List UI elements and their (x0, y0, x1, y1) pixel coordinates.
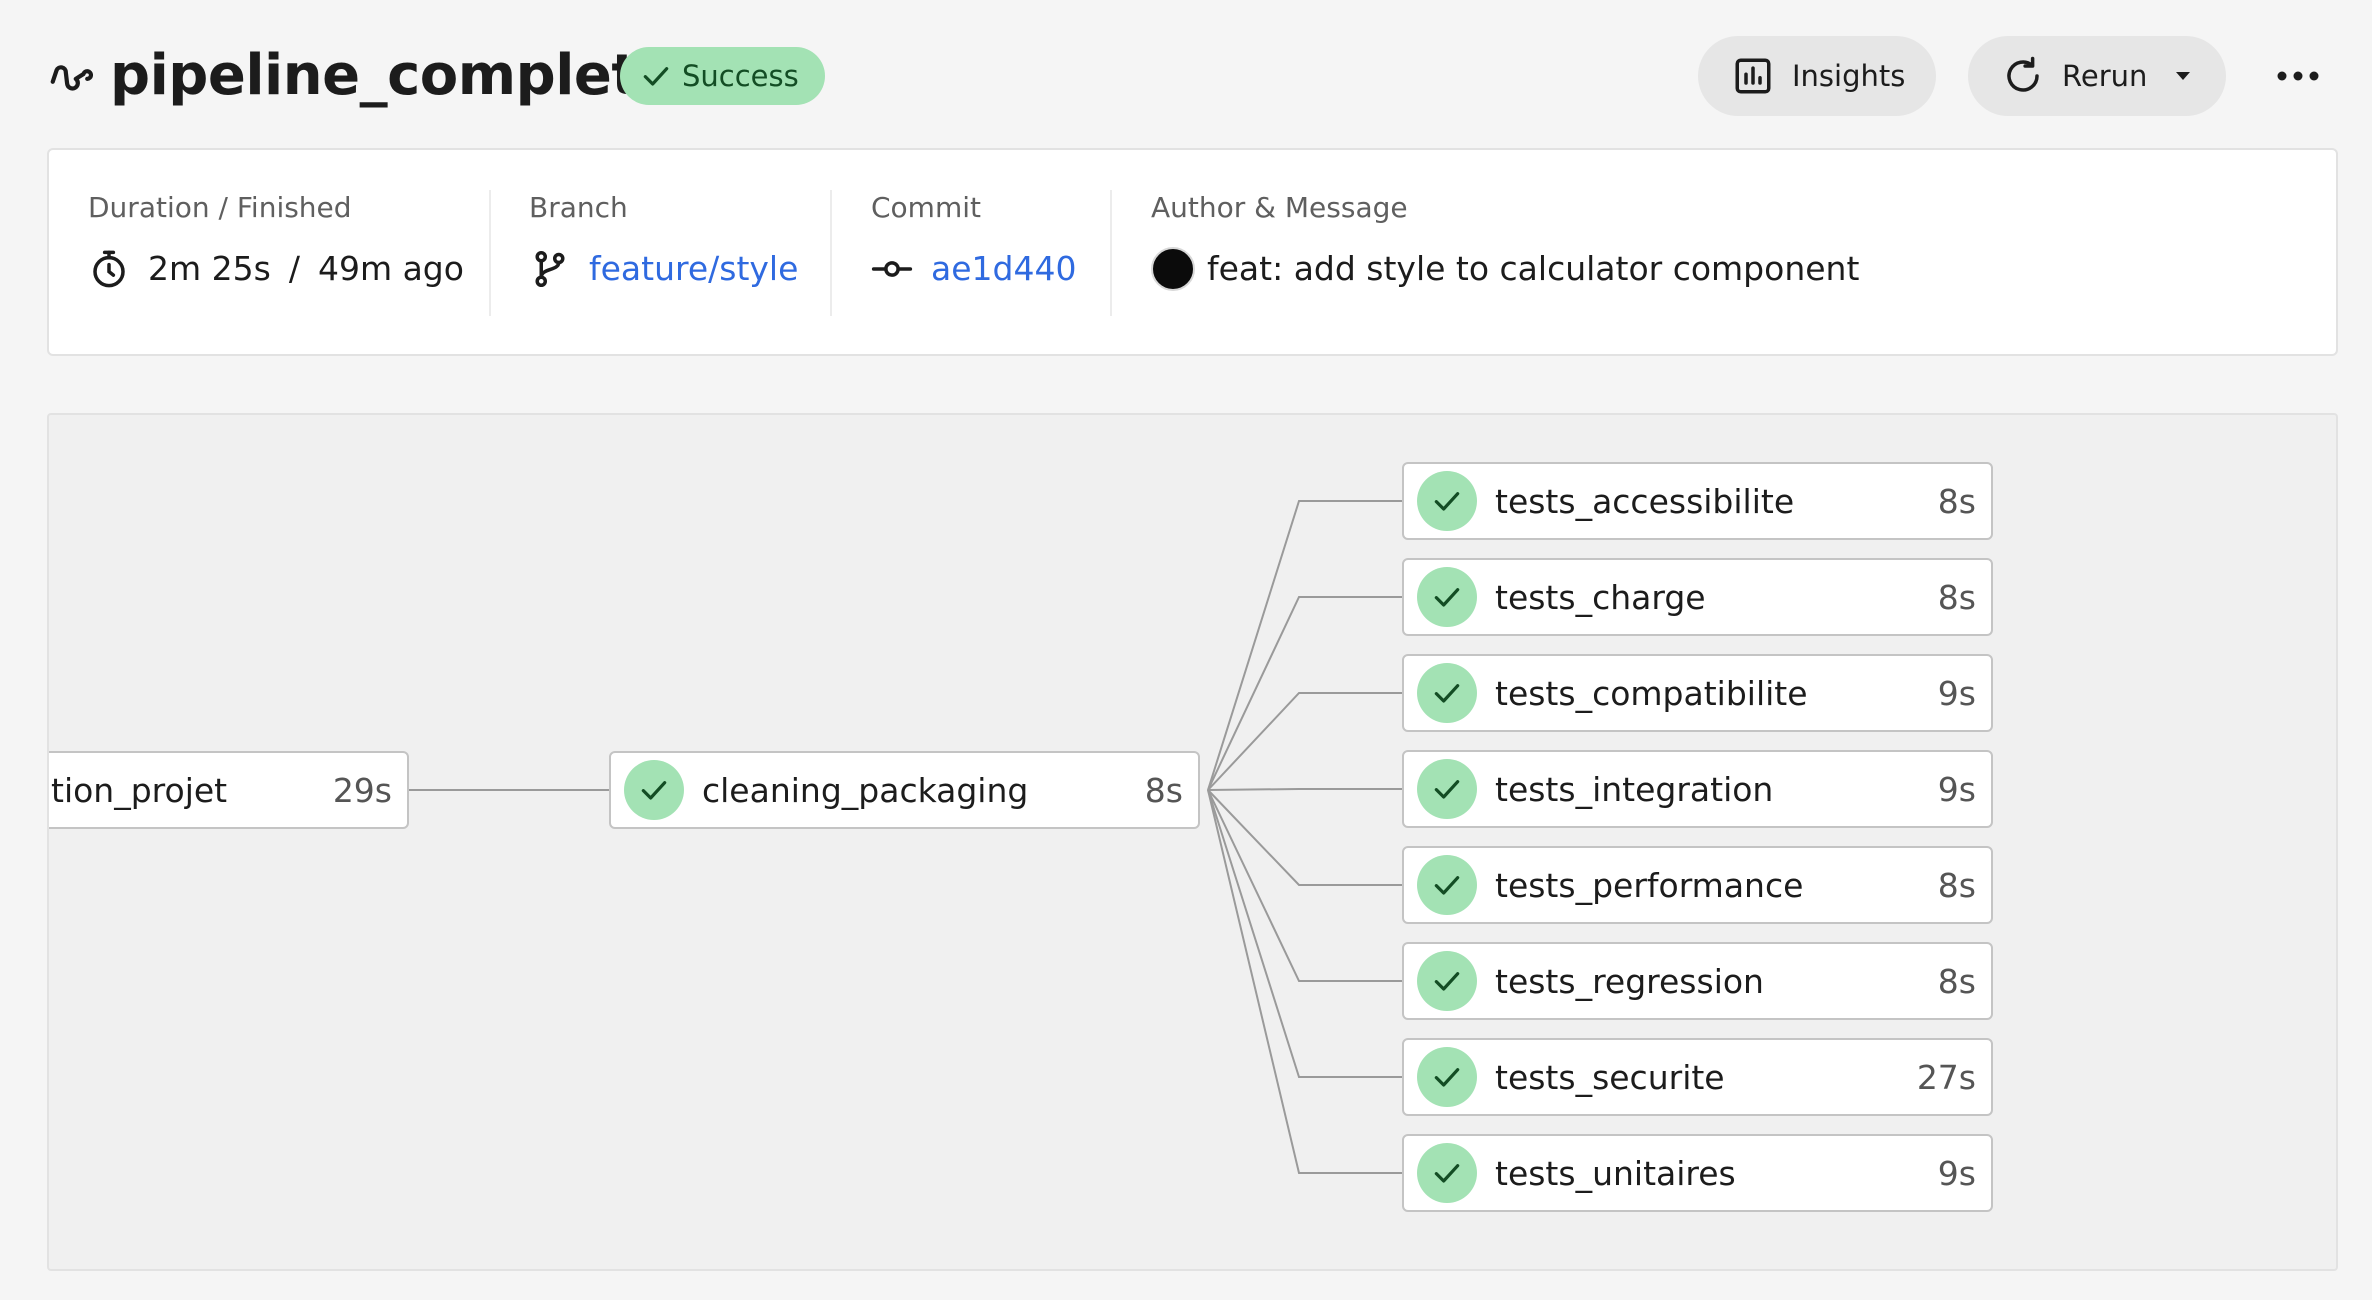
job-name: tests_unitaires (1495, 1153, 1736, 1193)
job-first[interactable]: tion_projet 29s (49, 751, 409, 829)
check-icon (1417, 1143, 1477, 1203)
git-commit-icon (871, 261, 913, 277)
commit-message: feat: add style to calculator component (1207, 249, 1860, 288)
job-tests-unitaires[interactable]: tests_unitaires 9s (1402, 1134, 1993, 1212)
job-name: tests_charge (1495, 577, 1706, 617)
duration-separator: / (288, 249, 300, 288)
job-name: tests_regression (1495, 961, 1764, 1001)
job-name: cleaning_packaging (702, 770, 1029, 810)
pipeline-graph[interactable]: tion_projet 29s cleaning_packaging 8s te… (47, 413, 2338, 1271)
job-duration: 8s (1937, 481, 1976, 521)
check-icon (1417, 855, 1477, 915)
divider (830, 190, 832, 316)
job-tests-accessibilite[interactable]: tests_accessibilite 8s (1402, 462, 1993, 540)
insights-button[interactable]: Insights (1698, 36, 1936, 116)
job-name: tests_performance (1495, 865, 1804, 905)
insights-label: Insights (1792, 59, 1906, 93)
job-tests-regression[interactable]: tests_regression 8s (1402, 942, 1993, 1020)
job-name: tests_securite (1495, 1057, 1725, 1097)
check-icon (1417, 1047, 1477, 1107)
job-tests-charge[interactable]: tests_charge 8s (1402, 558, 1993, 636)
duration-label: Duration / Finished (88, 191, 352, 224)
connector-line (1207, 500, 1402, 791)
job-duration: 8s (1937, 577, 1976, 617)
job-tests-performance[interactable]: tests_performance 8s (1402, 846, 1993, 924)
duration-section: Duration / Finished 2m 25s / 49m ago (88, 188, 464, 292)
refresh-icon (2007, 56, 2039, 92)
connector-line (1207, 789, 1402, 886)
finished-value: 49m ago (317, 249, 464, 288)
job-connections (409, 500, 1402, 1174)
stopwatch-icon (93, 250, 125, 288)
check-icon (1417, 663, 1477, 723)
check-icon (1417, 567, 1477, 627)
job-name: tests_compatibilite (1495, 673, 1808, 713)
pipeline-info-card: Duration / Finished 2m 25s / 49m ago Bra… (47, 148, 2338, 356)
job-duration: 8s (1144, 770, 1183, 810)
author-section: Author & Message feat: add style to calc… (1151, 188, 1859, 292)
job-tests-securite[interactable]: tests_securite 27s (1402, 1038, 1993, 1116)
author-label: Author & Message (1151, 191, 1408, 224)
status-label: Success (682, 59, 799, 93)
workflow-icon (50, 65, 93, 91)
commit-section: Commit ae1d440 (871, 188, 1076, 292)
commit-label: Commit (871, 191, 981, 224)
connector-line (1207, 692, 1402, 791)
job-tests-compatibilite[interactable]: tests_compatibilite 9s (1402, 654, 1993, 732)
check-icon (624, 760, 684, 820)
divider (489, 190, 491, 316)
job-tests-integration[interactable]: tests_integration 9s (1402, 750, 1993, 828)
divider (1110, 190, 1112, 316)
check-icon (643, 67, 669, 86)
connector-line (1207, 789, 1402, 1078)
job-name: tests_accessibilite (1495, 481, 1795, 521)
status-badge: Success (620, 47, 825, 105)
branch-label: Branch (529, 191, 628, 224)
job-duration: 29s (332, 770, 392, 810)
avatar[interactable] (1151, 247, 1195, 291)
job-duration: 27s (1916, 1057, 1976, 1097)
connector-line (1207, 788, 1402, 791)
branch-section: Branch feature/style (529, 188, 798, 292)
more-horizontal-icon[interactable] (2270, 58, 2326, 94)
rerun-label: Rerun (2062, 59, 2148, 93)
job-name: tests_integration (1495, 769, 1774, 809)
page-header: pipeline_complete Success Insights Rerun (0, 0, 2372, 150)
duration-value: 2m 25s (148, 249, 271, 288)
page-title: pipeline_complete (110, 43, 676, 108)
branch-link[interactable]: feature/style (589, 246, 798, 292)
job-duration: 8s (1937, 961, 1976, 1001)
job-name: tion_projet (51, 770, 228, 810)
job-duration: 9s (1937, 1153, 1976, 1193)
git-branch-icon (535, 250, 565, 288)
commit-link[interactable]: ae1d440 (931, 246, 1076, 292)
check-icon (1417, 471, 1477, 531)
check-icon (1417, 951, 1477, 1011)
rerun-button[interactable]: Rerun (1968, 36, 2226, 116)
check-icon (1417, 759, 1477, 819)
job-duration: 9s (1937, 673, 1976, 713)
caret-down-icon[interactable] (2173, 66, 2193, 86)
job-duration: 8s (1937, 865, 1976, 905)
job-duration: 9s (1937, 769, 1976, 809)
bar-chart-icon (1735, 58, 1771, 94)
job-cleaning-packaging[interactable]: cleaning_packaging 8s (609, 751, 1200, 829)
